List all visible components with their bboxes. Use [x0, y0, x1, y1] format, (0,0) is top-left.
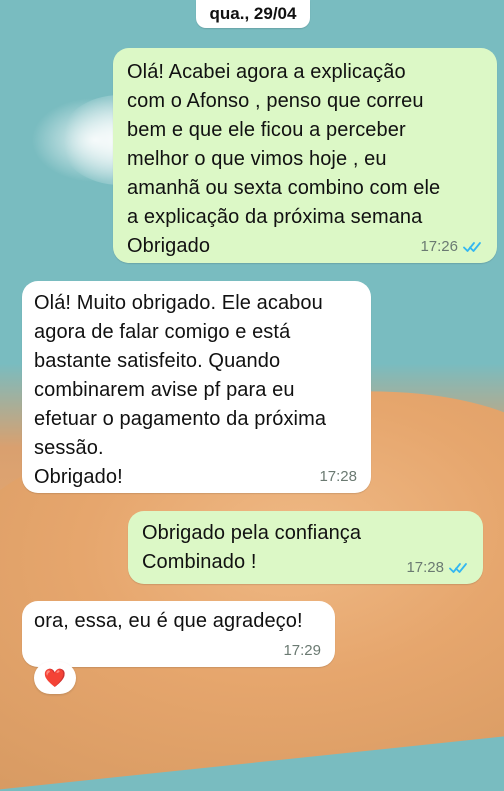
message-meta: 17:29: [283, 643, 321, 659]
message-bubble-incoming[interactable]: Olá! Muito obrigado. Ele acabou agora de…: [22, 281, 371, 493]
message-time: 17:28: [319, 468, 357, 485]
message-time: 17:28: [406, 559, 444, 576]
message-bubble-incoming[interactable]: ora, essa, eu é que agradeço! 17:29: [22, 601, 335, 667]
message-text: Olá! Acabei agora a explicação com o Afo…: [127, 61, 441, 257]
message-meta: 17:28: [406, 560, 469, 576]
message-time: 17:26: [420, 238, 458, 255]
heart-reaction-icon[interactable]: ❤️: [34, 662, 76, 694]
message-meta: 17:28: [319, 469, 357, 485]
message-bubble-outgoing[interactable]: Olá! Acabei agora a explicação com o Afo…: [113, 48, 497, 263]
message-text: Olá! Muito obrigado. Ele acabou agora de…: [34, 292, 327, 488]
double-check-read-icon: [449, 563, 467, 573]
date-label: qua., 29/04: [209, 4, 297, 23]
message-text: ora, essa, eu é que agradeço!: [34, 610, 303, 632]
double-check-read-icon: [463, 242, 481, 252]
message-time: 17:29: [283, 642, 321, 659]
reaction-emoji: ❤️: [43, 667, 67, 689]
date-separator: qua., 29/04: [196, 0, 310, 28]
message-meta: 17:26: [420, 239, 483, 255]
message-bubble-outgoing[interactable]: Obrigado pela confiança Combinado ! 17:2…: [128, 511, 483, 584]
